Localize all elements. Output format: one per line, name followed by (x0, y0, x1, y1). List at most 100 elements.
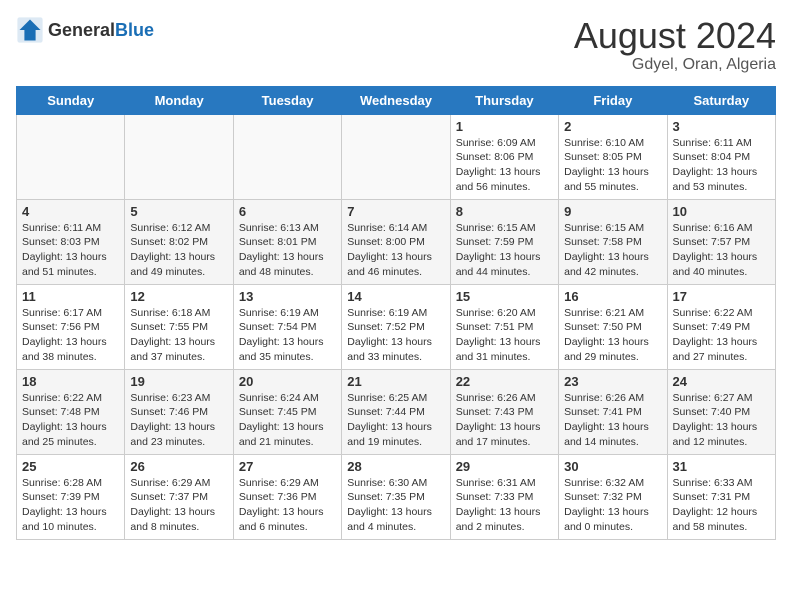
calendar-cell: 8 Sunrise: 6:15 AMSunset: 7:59 PMDaylight… (450, 199, 558, 284)
day-number: 3 (673, 119, 770, 134)
day-info: Sunrise: 6:26 AMSunset: 7:43 PMDaylight:… (456, 391, 553, 450)
calendar-week-3: 11 Sunrise: 6:17 AMSunset: 7:56 PMDayligh… (17, 284, 776, 369)
calendar-cell: 2 Sunrise: 6:10 AMSunset: 8:05 PMDaylight… (559, 114, 667, 199)
day-number: 18 (22, 374, 119, 389)
day-info: Sunrise: 6:11 AMSunset: 8:04 PMDaylight:… (673, 136, 770, 195)
day-info: Sunrise: 6:31 AMSunset: 7:33 PMDaylight:… (456, 476, 553, 535)
day-info: Sunrise: 6:15 AMSunset: 7:59 PMDaylight:… (456, 221, 553, 280)
location-subtitle: Gdyel, Oran, Algeria (574, 56, 776, 74)
day-info: Sunrise: 6:28 AMSunset: 7:39 PMDaylight:… (22, 476, 119, 535)
calendar-cell: 21 Sunrise: 6:25 AMSunset: 7:44 PMDayligh… (342, 369, 450, 454)
calendar-cell: 5 Sunrise: 6:12 AMSunset: 8:02 PMDaylight… (125, 199, 233, 284)
day-info: Sunrise: 6:22 AMSunset: 7:48 PMDaylight:… (22, 391, 119, 450)
day-info: Sunrise: 6:25 AMSunset: 7:44 PMDaylight:… (347, 391, 444, 450)
day-info: Sunrise: 6:30 AMSunset: 7:35 PMDaylight:… (347, 476, 444, 535)
day-info: Sunrise: 6:26 AMSunset: 7:41 PMDaylight:… (564, 391, 661, 450)
day-info: Sunrise: 6:27 AMSunset: 7:40 PMDaylight:… (673, 391, 770, 450)
day-number: 8 (456, 204, 553, 219)
calendar-cell (342, 114, 450, 199)
calendar-cell (125, 114, 233, 199)
day-number: 1 (456, 119, 553, 134)
day-number: 5 (130, 204, 227, 219)
logo-icon (16, 16, 44, 44)
weekday-header-friday: Friday (559, 86, 667, 114)
calendar-cell: 31 Sunrise: 6:33 AMSunset: 7:31 PMDayligh… (667, 454, 775, 539)
calendar-cell: 15Sunrise: 6:20 AMSunset: 7:51 PMDayligh… (450, 284, 558, 369)
calendar-cell: 1 Sunrise: 6:09 AMSunset: 8:06 PMDaylight… (450, 114, 558, 199)
calendar-week-2: 4Sunrise: 6:11 AMSunset: 8:03 PMDaylight… (17, 199, 776, 284)
day-number: 26 (130, 459, 227, 474)
day-number: 23 (564, 374, 661, 389)
calendar-cell: 7 Sunrise: 6:14 AMSunset: 8:00 PMDaylight… (342, 199, 450, 284)
day-info: Sunrise: 6:18 AMSunset: 7:55 PMDaylight:… (130, 306, 227, 365)
weekday-header-row: SundayMondayTuesdayWednesdayThursdayFrid… (17, 86, 776, 114)
day-number: 7 (347, 204, 444, 219)
calendar-cell (17, 114, 125, 199)
calendar-week-5: 25 Sunrise: 6:28 AMSunset: 7:39 PMDayligh… (17, 454, 776, 539)
calendar-cell: 9Sunrise: 6:15 AMSunset: 7:58 PMDaylight… (559, 199, 667, 284)
calendar-week-1: 1 Sunrise: 6:09 AMSunset: 8:06 PMDaylight… (17, 114, 776, 199)
day-number: 25 (22, 459, 119, 474)
day-number: 2 (564, 119, 661, 134)
calendar-cell: 17Sunrise: 6:22 AMSunset: 7:49 PMDayligh… (667, 284, 775, 369)
day-number: 22 (456, 374, 553, 389)
day-number: 14 (347, 289, 444, 304)
calendar-table: SundayMondayTuesdayWednesdayThursdayFrid… (16, 86, 776, 540)
weekday-header-sunday: Sunday (17, 86, 125, 114)
day-info: Sunrise: 6:11 AMSunset: 8:03 PMDaylight:… (22, 221, 119, 280)
calendar-cell: 4Sunrise: 6:11 AMSunset: 8:03 PMDaylight… (17, 199, 125, 284)
weekday-header-wednesday: Wednesday (342, 86, 450, 114)
day-number: 6 (239, 204, 336, 219)
logo: GeneralBlue (16, 16, 154, 44)
day-number: 10 (673, 204, 770, 219)
day-info: Sunrise: 6:09 AMSunset: 8:06 PMDaylight:… (456, 136, 553, 195)
day-info: Sunrise: 6:16 AMSunset: 7:57 PMDaylight:… (673, 221, 770, 280)
calendar-cell: 22 Sunrise: 6:26 AMSunset: 7:43 PMDayligh… (450, 369, 558, 454)
calendar-cell: 12Sunrise: 6:18 AMSunset: 7:55 PMDayligh… (125, 284, 233, 369)
day-info: Sunrise: 6:29 AMSunset: 7:37 PMDaylight:… (130, 476, 227, 535)
logo-general: General (48, 20, 115, 40)
day-number: 28 (347, 459, 444, 474)
day-info: Sunrise: 6:14 AMSunset: 8:00 PMDaylight:… (347, 221, 444, 280)
day-info: Sunrise: 6:32 AMSunset: 7:32 PMDaylight:… (564, 476, 661, 535)
logo-blue: Blue (115, 20, 154, 40)
weekday-header-thursday: Thursday (450, 86, 558, 114)
calendar-cell: 10 Sunrise: 6:16 AMSunset: 7:57 PMDayligh… (667, 199, 775, 284)
day-number: 16 (564, 289, 661, 304)
calendar-cell: 28 Sunrise: 6:30 AMSunset: 7:35 PMDayligh… (342, 454, 450, 539)
calendar-cell: 23 Sunrise: 6:26 AMSunset: 7:41 PMDayligh… (559, 369, 667, 454)
day-number: 31 (673, 459, 770, 474)
calendar-cell: 27 Sunrise: 6:29 AMSunset: 7:36 PMDayligh… (233, 454, 341, 539)
calendar-cell: 6 Sunrise: 6:13 AMSunset: 8:01 PMDaylight… (233, 199, 341, 284)
weekday-header-saturday: Saturday (667, 86, 775, 114)
calendar-cell: 29Sunrise: 6:31 AMSunset: 7:33 PMDayligh… (450, 454, 558, 539)
day-number: 20 (239, 374, 336, 389)
calendar-cell: 24 Sunrise: 6:27 AMSunset: 7:40 PMDayligh… (667, 369, 775, 454)
weekday-header-tuesday: Tuesday (233, 86, 341, 114)
day-info: Sunrise: 6:33 AMSunset: 7:31 PMDaylight:… (673, 476, 770, 535)
calendar-cell: 3 Sunrise: 6:11 AMSunset: 8:04 PMDaylight… (667, 114, 775, 199)
day-info: Sunrise: 6:13 AMSunset: 8:01 PMDaylight:… (239, 221, 336, 280)
day-info: Sunrise: 6:20 AMSunset: 7:51 PMDaylight:… (456, 306, 553, 365)
day-info: Sunrise: 6:10 AMSunset: 8:05 PMDaylight:… (564, 136, 661, 195)
calendar-cell: 13 Sunrise: 6:19 AMSunset: 7:54 PMDayligh… (233, 284, 341, 369)
day-number: 21 (347, 374, 444, 389)
day-number: 27 (239, 459, 336, 474)
day-number: 30 (564, 459, 661, 474)
day-info: Sunrise: 6:19 AMSunset: 7:54 PMDaylight:… (239, 306, 336, 365)
calendar-cell: 19Sunrise: 6:23 AMSunset: 7:46 PMDayligh… (125, 369, 233, 454)
day-info: Sunrise: 6:15 AMSunset: 7:58 PMDaylight:… (564, 221, 661, 280)
day-number: 11 (22, 289, 119, 304)
day-info: Sunrise: 6:19 AMSunset: 7:52 PMDaylight:… (347, 306, 444, 365)
calendar-cell: 14 Sunrise: 6:19 AMSunset: 7:52 PMDayligh… (342, 284, 450, 369)
day-info: Sunrise: 6:17 AMSunset: 7:56 PMDaylight:… (22, 306, 119, 365)
calendar-cell: 20Sunrise: 6:24 AMSunset: 7:45 PMDayligh… (233, 369, 341, 454)
calendar-cell (233, 114, 341, 199)
day-number: 13 (239, 289, 336, 304)
day-info: Sunrise: 6:12 AMSunset: 8:02 PMDaylight:… (130, 221, 227, 280)
day-info: Sunrise: 6:22 AMSunset: 7:49 PMDaylight:… (673, 306, 770, 365)
day-info: Sunrise: 6:29 AMSunset: 7:36 PMDaylight:… (239, 476, 336, 535)
calendar-cell: 16Sunrise: 6:21 AMSunset: 7:50 PMDayligh… (559, 284, 667, 369)
calendar-cell: 26 Sunrise: 6:29 AMSunset: 7:37 PMDayligh… (125, 454, 233, 539)
day-number: 24 (673, 374, 770, 389)
